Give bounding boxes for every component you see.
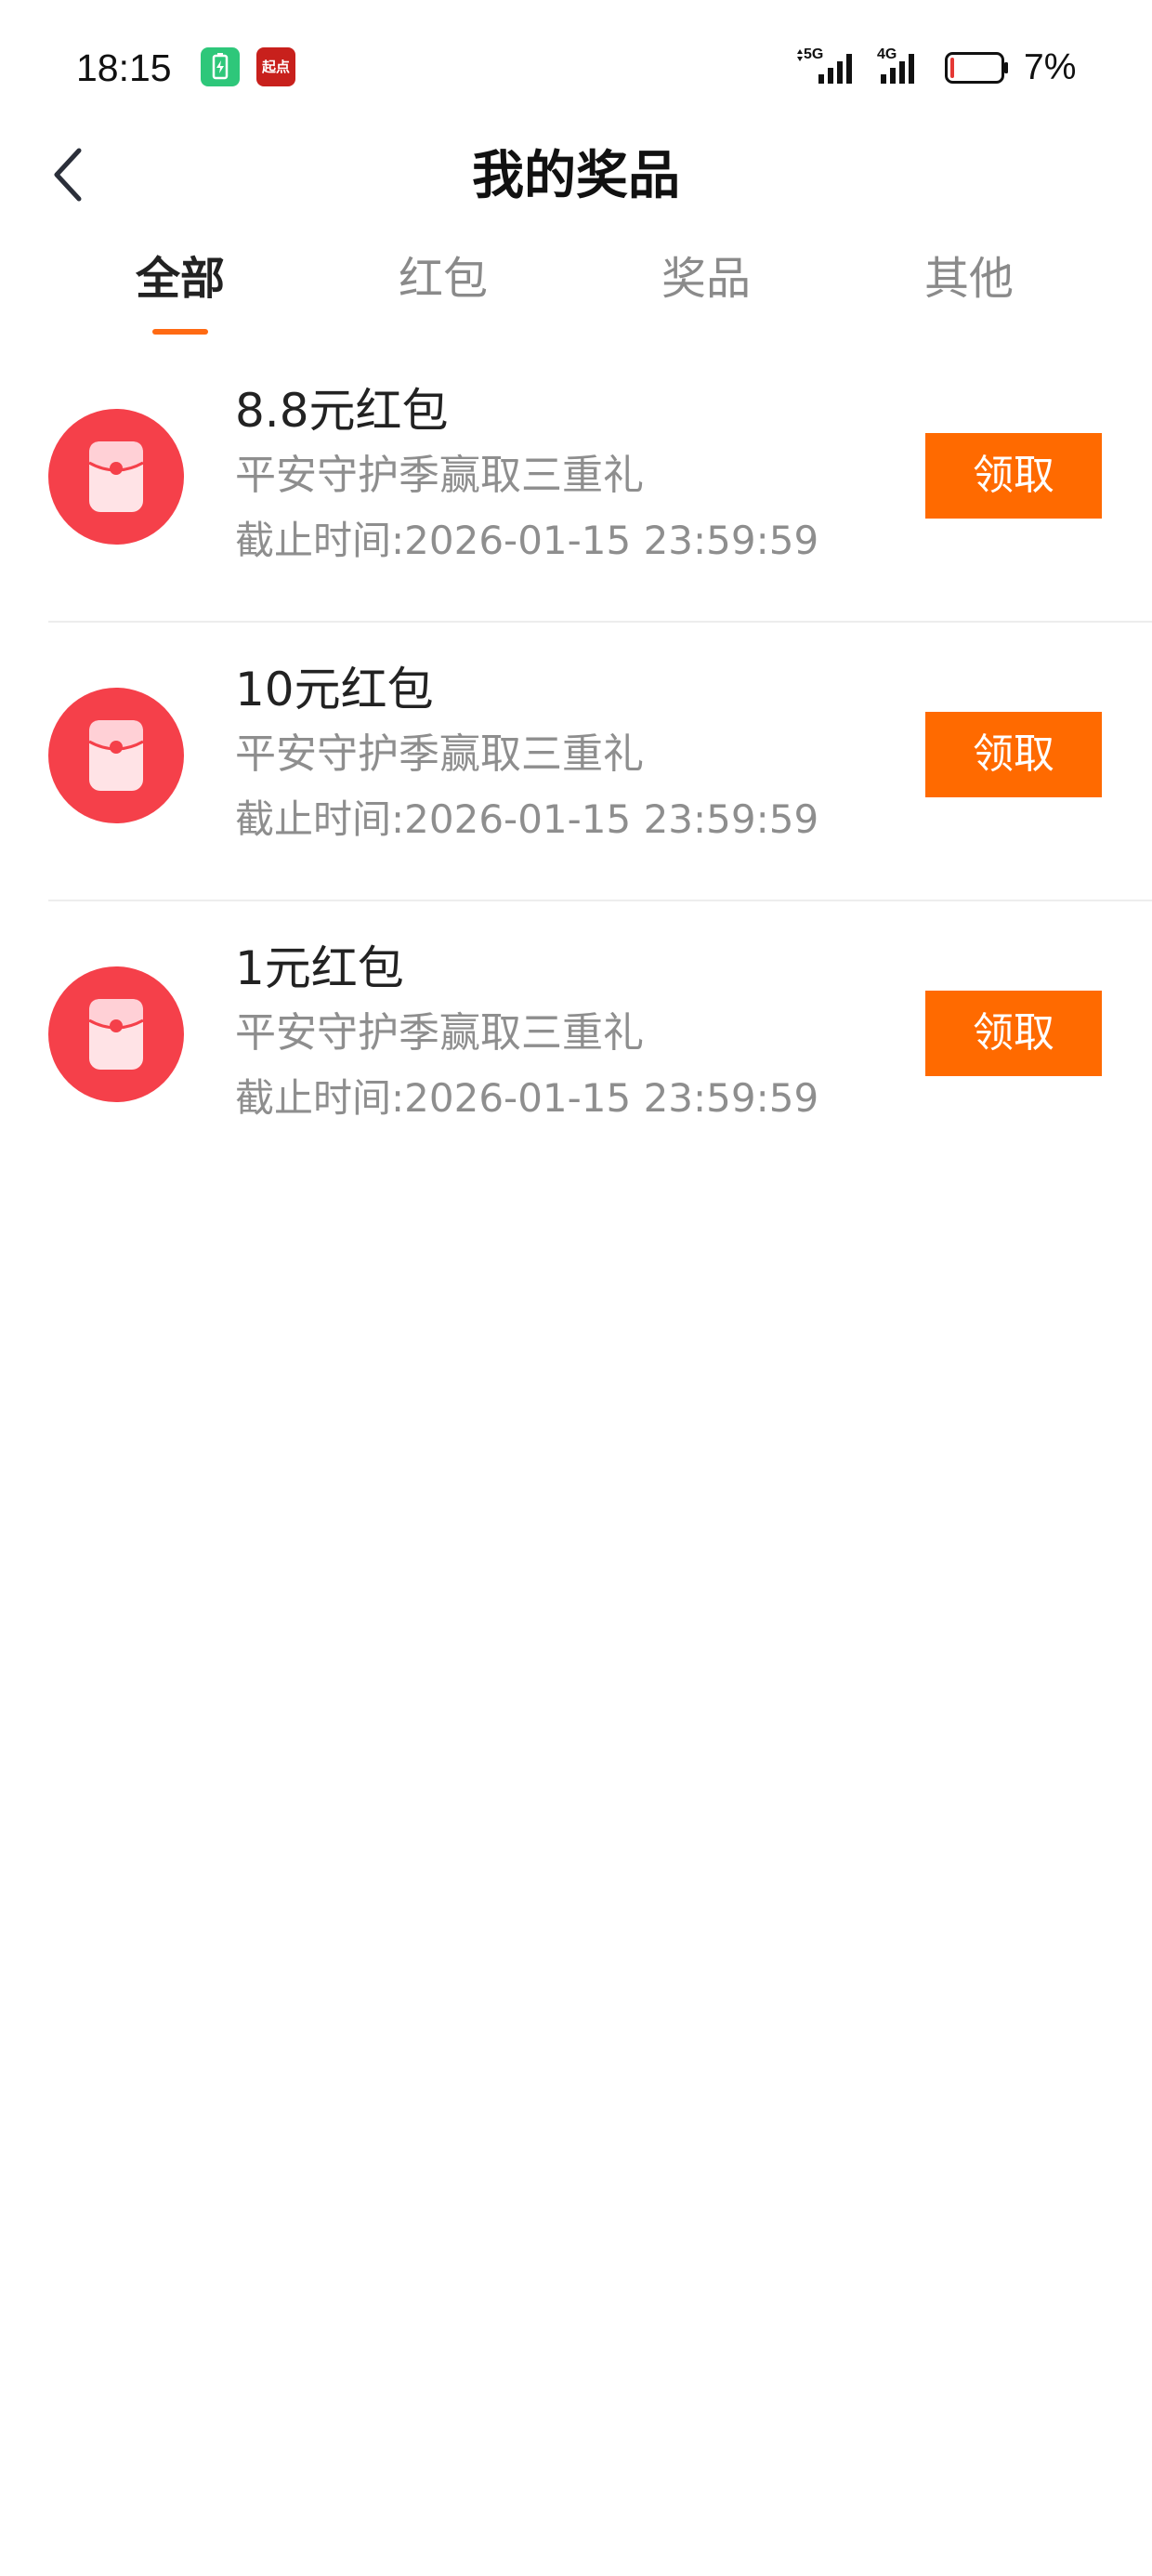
red-packet-icon	[48, 688, 184, 823]
tab-label: 红包	[398, 253, 488, 305]
prize-name: 10元红包	[235, 663, 434, 716]
active-tab-indicator	[152, 329, 208, 335]
battery-percent: 7%	[1024, 47, 1077, 87]
prize-deadline: 截止时间:2026-01-15 23:59:59	[235, 1075, 819, 1121]
tab-red-packet[interactable]: 红包	[369, 232, 517, 344]
page-title: 我的奖品	[472, 146, 680, 206]
prize-deadline: 截止时间:2026-01-15 23:59:59	[235, 518, 819, 563]
prize-name: 8.8元红包	[235, 384, 449, 438]
status-bar: 18:15 起点 5G 4G 7%	[0, 0, 1152, 130]
tab-all[interactable]: 全部	[106, 232, 255, 344]
red-packet-icon	[48, 409, 184, 545]
battery-app-icon	[201, 47, 240, 86]
claim-button[interactable]: 领取	[925, 712, 1102, 797]
list-item: 8.8元红包 平安守护季赢取三重礼 截止时间:2026-01-15 23:59:…	[0, 344, 1152, 623]
qidian-app-icon: 起点	[256, 47, 295, 86]
tab-bar: 全部 红包 奖品 其他	[0, 232, 1152, 344]
status-time: 18:15	[76, 46, 172, 89]
tab-other[interactable]: 其他	[895, 232, 1043, 344]
prize-deadline: 截止时间:2026-01-15 23:59:59	[235, 796, 819, 842]
signal-5g-icon: 5G	[794, 46, 861, 87]
prize-description: 平安守护季赢取三重礼	[235, 452, 644, 499]
prize-name: 1元红包	[235, 941, 404, 995]
tab-label: 其他	[923, 253, 1014, 305]
red-packet-icon	[48, 966, 184, 1102]
claim-button[interactable]: 领取	[925, 991, 1102, 1076]
tab-label: 全部	[135, 253, 225, 305]
prize-list: 8.8元红包 平安守护季赢取三重礼 截止时间:2026-01-15 23:59:…	[0, 344, 1152, 1180]
tab-label: 奖品	[661, 253, 751, 305]
signal-4g-icon: 4G	[877, 46, 933, 87]
prize-description: 平安守护季赢取三重礼	[235, 1009, 644, 1057]
header: 我的奖品	[0, 130, 1152, 223]
list-item: 10元红包 平安守护季赢取三重礼 截止时间:2026-01-15 23:59:5…	[0, 623, 1152, 901]
claim-button[interactable]: 领取	[925, 433, 1102, 519]
prize-description: 平安守护季赢取三重礼	[235, 730, 644, 778]
battery-icon	[945, 52, 1010, 84]
list-item: 1元红包 平安守护季赢取三重礼 截止时间:2026-01-15 23:59:59…	[0, 901, 1152, 1180]
tab-prizes[interactable]: 奖品	[632, 232, 780, 344]
